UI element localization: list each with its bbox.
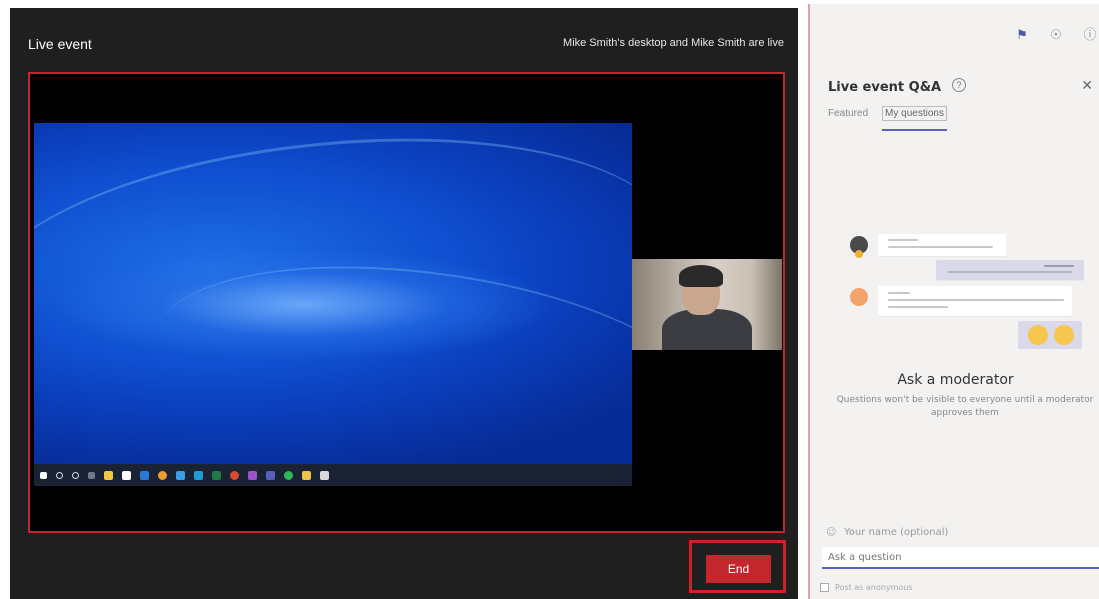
post-anonymous-option[interactable]: Post as anonymous bbox=[820, 583, 913, 592]
anonymous-label: Post as anonymous bbox=[835, 583, 913, 592]
shared-desktop-screen bbox=[34, 123, 632, 486]
name-field[interactable]: ☺ Your name (optional) bbox=[826, 527, 948, 538]
info-icon[interactable]: ⓘ bbox=[1083, 28, 1097, 42]
tab-featured[interactable]: Featured bbox=[828, 108, 868, 131]
store-icon bbox=[122, 470, 131, 480]
person-icon: ☺ bbox=[826, 526, 837, 538]
edge-icon bbox=[140, 470, 149, 480]
empty-state-title: Ask a moderator bbox=[897, 372, 1014, 388]
qa-panel: ⚑ ☉ ⓘ Live event Q&A ? ✕ Featured My que… bbox=[808, 4, 1099, 599]
onenote-icon bbox=[248, 470, 257, 480]
firefox-icon bbox=[230, 470, 239, 480]
avatar bbox=[850, 288, 868, 306]
live-preview bbox=[28, 72, 785, 533]
presenter-camera-feed bbox=[632, 259, 782, 350]
stage-header: Live event Mike Smith's desktop and Mike… bbox=[10, 8, 798, 74]
live-status-text: Mike Smith's desktop and Mike Smith are … bbox=[563, 37, 784, 49]
taskbar-clock bbox=[621, 468, 622, 474]
anonymous-checkbox[interactable] bbox=[820, 583, 829, 592]
panel-toolbar: ⚑ ☉ ⓘ bbox=[1015, 28, 1099, 42]
search-icon bbox=[56, 471, 63, 479]
empty-state-illustration bbox=[810, 214, 1099, 364]
tab-featured-label: Featured bbox=[828, 108, 869, 119]
start-icon bbox=[40, 471, 47, 479]
qa-tabs: Featured My questions bbox=[828, 106, 947, 131]
smile-emoji-icon bbox=[1054, 325, 1074, 345]
end-button[interactable]: End bbox=[706, 555, 771, 583]
chrome-icon bbox=[158, 470, 167, 480]
question-circle-icon[interactable]: ? bbox=[952, 78, 966, 92]
spotify-icon bbox=[284, 470, 293, 480]
snip-icon bbox=[320, 470, 329, 480]
question-input[interactable] bbox=[822, 547, 1099, 569]
cool-emoji-icon bbox=[1028, 325, 1048, 345]
end-button-highlight: End bbox=[689, 540, 786, 593]
chat-bubble bbox=[878, 286, 1072, 316]
sticky-notes-icon bbox=[302, 470, 311, 480]
teams-icon bbox=[266, 470, 275, 480]
file-explorer-icon bbox=[104, 470, 113, 480]
close-icon[interactable]: ✕ bbox=[1081, 77, 1093, 94]
task-view-icon bbox=[88, 471, 95, 479]
stage-title: Live event bbox=[28, 36, 92, 52]
live-event-stage: Live event Mike Smith's desktop and Mike… bbox=[10, 8, 798, 599]
excel-icon bbox=[212, 470, 221, 480]
tab-my-questions-label: My questions bbox=[882, 106, 947, 121]
chat-bubble bbox=[878, 234, 1006, 256]
emoji-reactions bbox=[1018, 321, 1082, 349]
chat-bubble bbox=[936, 260, 1084, 280]
eye-icon[interactable]: ☉ bbox=[1049, 28, 1063, 42]
flag-icon[interactable]: ⚑ bbox=[1015, 28, 1029, 42]
qa-title: Live event Q&A bbox=[828, 80, 942, 95]
cortana-icon bbox=[72, 471, 79, 479]
tab-my-questions[interactable]: My questions bbox=[882, 106, 947, 131]
windows-taskbar bbox=[34, 464, 632, 486]
empty-state-description: Questions won't be visible to everyone u… bbox=[836, 395, 1094, 418]
outlook-icon bbox=[194, 470, 203, 480]
app-icon bbox=[176, 470, 185, 480]
name-placeholder: Your name (optional) bbox=[844, 527, 949, 538]
